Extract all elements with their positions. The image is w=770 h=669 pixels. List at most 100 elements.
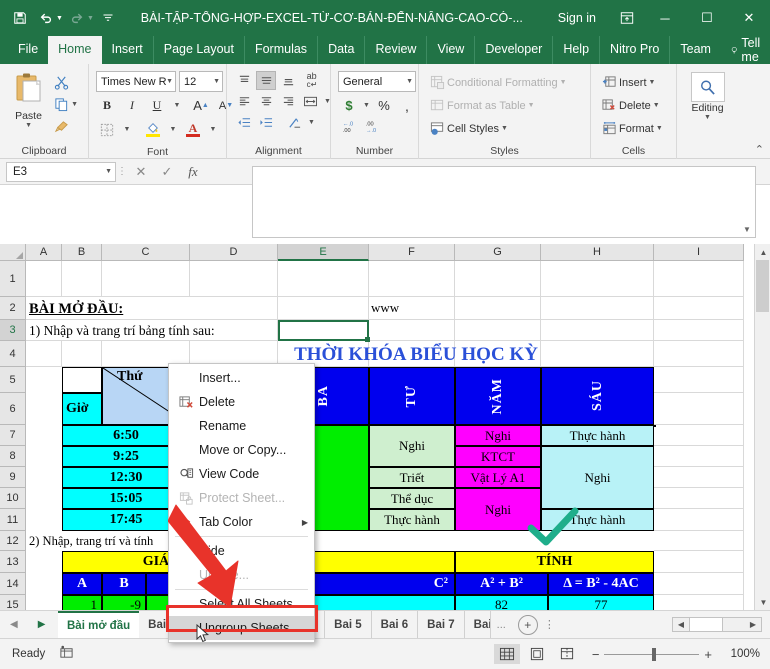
tab-view[interactable]: View	[426, 36, 474, 64]
cell-f3[interactable]	[369, 320, 455, 341]
cell-b5[interactable]	[62, 367, 102, 393]
sheet-tab-bai-5[interactable]: Bai 5	[325, 611, 372, 638]
enter-icon[interactable]: ✓	[155, 162, 179, 182]
wrap-text-button[interactable]: abc↵	[300, 71, 324, 90]
normal-view-icon[interactable]	[494, 644, 520, 664]
font-size-combo[interactable]: 12 ▼	[179, 71, 223, 92]
increase-indent-button[interactable]	[256, 113, 276, 132]
schedule-tu-r7[interactable]: Nghi	[369, 425, 455, 467]
tab-review[interactable]: Review	[364, 36, 426, 64]
align-right-button[interactable]	[278, 92, 298, 111]
table2-header-b[interactable]: B	[102, 573, 146, 595]
vertical-scroll-thumb[interactable]	[756, 260, 769, 312]
sheet-tab-bai-7[interactable]: Bai 7	[418, 611, 465, 638]
row-header-2[interactable]: 2	[0, 297, 26, 320]
zoom-slider[interactable]: − +	[592, 647, 712, 662]
row-header-8[interactable]: 8	[0, 446, 26, 467]
sheet-tab-bai-6[interactable]: Bai 6	[372, 611, 419, 638]
day-header-tu[interactable]: TƯ	[369, 367, 455, 425]
sheet-nav-next-icon[interactable]: ▶	[38, 619, 46, 630]
cell-i11[interactable]	[654, 509, 744, 531]
column-header-a[interactable]: A	[26, 244, 62, 261]
cell-g2[interactable]	[455, 297, 541, 320]
number-format-combo[interactable]: General ▼	[338, 71, 416, 92]
paste-button[interactable]: Paste ▼	[7, 70, 50, 131]
column-header-d[interactable]: D	[190, 244, 278, 261]
page-layout-view-icon[interactable]	[524, 644, 550, 664]
schedule-bay-r7[interactable]: Thực hành	[541, 425, 654, 446]
select-all-corner[interactable]	[0, 244, 26, 261]
table2-header-delta[interactable]: Δ = B² - 4AC	[548, 573, 654, 595]
zoom-thumb[interactable]	[652, 648, 656, 661]
cell-styles-dropdown-icon[interactable]: ▼	[501, 125, 508, 132]
customize-qat-icon[interactable]	[96, 6, 120, 30]
italic-button[interactable]: I	[121, 95, 143, 116]
day-header-bay[interactable]: SÁU	[541, 367, 654, 425]
align-left-button[interactable]	[234, 92, 254, 111]
orientation-button[interactable]	[284, 113, 304, 132]
day-header-nam[interactable]: NĂM	[455, 367, 541, 425]
editing-dropdown-icon[interactable]: ▼	[704, 114, 711, 121]
tab-page-layout[interactable]: Page Layout	[153, 36, 244, 64]
conditional-formatting-dropdown-icon[interactable]: ▼	[560, 79, 567, 86]
close-button[interactable]: ✕	[728, 0, 770, 36]
cell-i3[interactable]	[654, 320, 744, 341]
align-bottom-button[interactable]	[278, 71, 298, 90]
undo-icon[interactable]	[34, 6, 58, 30]
tab-home[interactable]: Home	[48, 36, 101, 64]
number-format-dropdown-icon[interactable]: ▼	[406, 78, 413, 85]
schedule-nam-r7[interactable]: Nghi	[455, 425, 541, 446]
tab-data[interactable]: Data	[317, 36, 364, 64]
collapse-ribbon-icon[interactable]: ⌃	[755, 143, 764, 156]
scroll-down-icon[interactable]: ▼	[756, 594, 770, 610]
row-header-5[interactable]: 5	[0, 367, 26, 393]
horizontal-scroll-track[interactable]	[723, 618, 745, 631]
cell-i6[interactable]	[654, 393, 744, 425]
conditional-formatting-button[interactable]: Conditional Formatting ▼	[426, 72, 570, 93]
sheet-tab-splitter[interactable]: ⋮	[538, 618, 561, 631]
decrease-decimal-button[interactable]: .00→.0	[363, 119, 380, 139]
cell-area[interactable]: www	[26, 261, 770, 610]
cancel-icon[interactable]: ✕	[129, 162, 153, 182]
sign-in-button[interactable]: Sign in	[544, 11, 610, 25]
cell-styles-button[interactable]: Cell Styles ▼	[426, 118, 511, 139]
sheet-tab-bai-8[interactable]: Bai 8	[465, 611, 491, 638]
undo-dropdown-icon[interactable]: ▼	[56, 15, 63, 22]
scroll-up-icon[interactable]: ▲	[756, 244, 770, 260]
cell-i7[interactable]	[654, 425, 744, 446]
cell-h2[interactable]	[541, 297, 654, 320]
zoom-track[interactable]	[604, 654, 699, 655]
cell-h1[interactable]	[541, 261, 654, 297]
context-menu-item-move-or-copy[interactable]: Move or Copy...	[169, 438, 314, 462]
table2-header-a[interactable]: A	[62, 573, 102, 595]
name-box[interactable]: E3 ▼	[6, 162, 116, 182]
cell-a1[interactable]	[26, 261, 62, 297]
align-middle-button[interactable]	[256, 71, 276, 90]
format-cells-button[interactable]: Format ▼	[598, 118, 666, 139]
font-name-combo[interactable]: Times New R ▼	[96, 71, 176, 92]
ribbon-display-options-icon[interactable]	[610, 0, 644, 36]
row-header-10[interactable]: 10	[0, 488, 26, 509]
column-header-e[interactable]: E	[278, 244, 369, 261]
editing-button[interactable]: Editing ▼	[684, 70, 731, 123]
format-painter-button[interactable]	[50, 116, 81, 137]
cell-b1[interactable]	[62, 261, 102, 297]
column-header-i[interactable]: I	[654, 244, 744, 261]
grow-font-button[interactable]: A▲	[190, 95, 212, 116]
context-menu-item-rename[interactable]: Rename	[169, 414, 314, 438]
decrease-indent-button[interactable]	[234, 113, 254, 132]
formula-input[interactable]: ▼	[252, 166, 756, 238]
schedule-tu-r11[interactable]: Thực hành	[369, 509, 455, 531]
page-break-preview-icon[interactable]	[554, 644, 580, 664]
fill-color-dropdown-icon[interactable]: ▼	[167, 119, 179, 140]
cell-i12[interactable]	[654, 531, 744, 551]
format-cells-dropdown-icon[interactable]: ▼	[656, 125, 663, 132]
tab-help[interactable]: Help	[552, 36, 599, 64]
tab-formulas[interactable]: Formulas	[244, 36, 317, 64]
cell-h3[interactable]	[541, 320, 654, 341]
align-top-button[interactable]	[234, 71, 254, 90]
schedule-tu-r10[interactable]: Thể dục	[369, 488, 455, 509]
fill-handle[interactable]	[365, 337, 370, 342]
name-box-dropdown-icon[interactable]: ▼	[105, 168, 112, 175]
accounting-dropdown-icon[interactable]: ▼	[361, 95, 372, 116]
